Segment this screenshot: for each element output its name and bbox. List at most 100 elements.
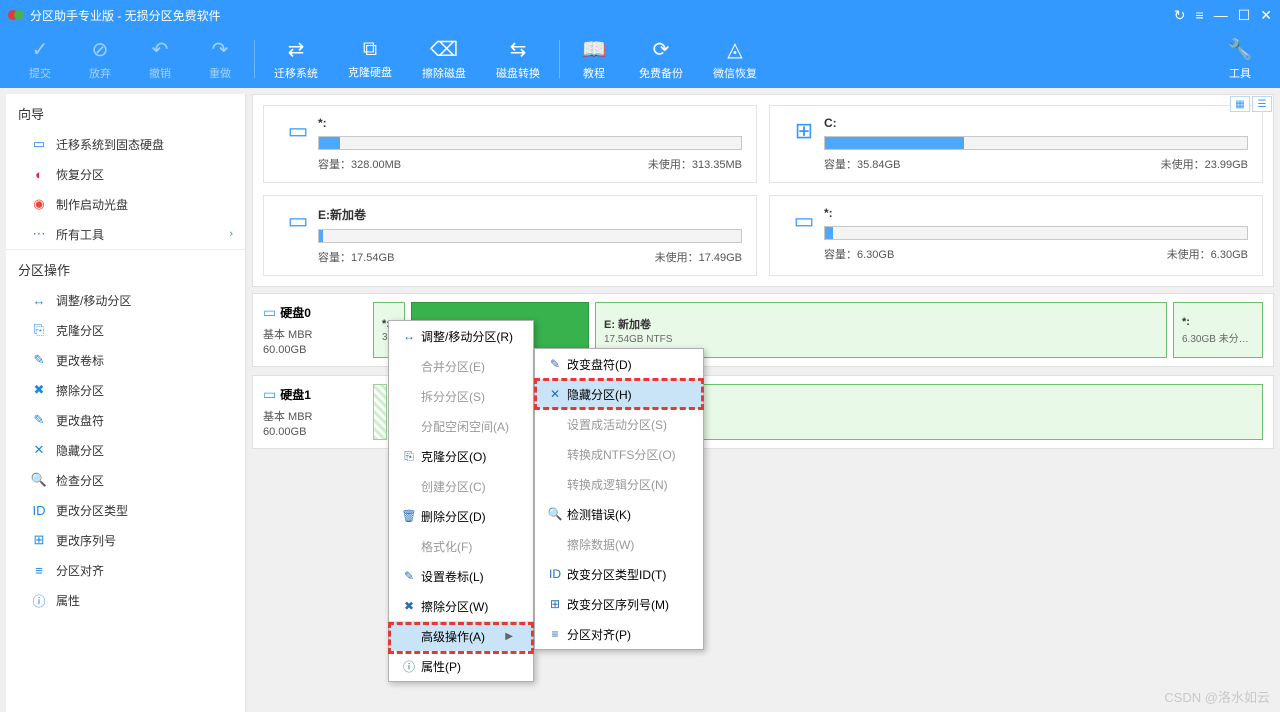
free-backup-button[interactable]: ⟳免费备份 <box>624 32 698 86</box>
menu-item[interactable]: ⓘ属性(P) <box>389 651 533 681</box>
partition-card[interactable]: ▭ *: 容量：328.00MB未使用：313.35MB <box>263 105 757 183</box>
usage-bar <box>318 136 742 150</box>
convert-disk-button[interactable]: ⇆磁盘转换 <box>481 32 555 86</box>
menu-item[interactable]: ⊞改变分区序列号(M) <box>535 589 703 619</box>
wizard-item-1[interactable]: ◐恢复分区 <box>6 159 245 189</box>
menu-item[interactable]: ✎设置卷标(L) <box>389 561 533 591</box>
disk-type: 基本 MBR <box>263 326 353 342</box>
convert-icon: ⇆ <box>510 37 527 62</box>
watermark: CSDN @洛水如云 <box>1164 687 1270 706</box>
menu-item[interactable]: ID改变分区类型ID(T) <box>535 559 703 589</box>
menu-item-label: 创建分区(C) <box>421 478 486 495</box>
partition-card[interactable]: ⊞ C: 容量：35.84GB未使用：23.99GB <box>769 105 1263 183</box>
app-logo-icon <box>8 7 24 23</box>
migrate-os-button[interactable]: ⇄迁移系统 <box>259 32 333 86</box>
menu-icon[interactable]: ≡ <box>1196 7 1204 23</box>
menu-item-label: 擦除数据(W) <box>567 536 634 553</box>
wizard-item-0[interactable]: ▭迁移系统到固态硬盘 <box>6 129 245 159</box>
menu-item-icon: ✖ <box>397 599 421 613</box>
menu-item-label: 拆分分区(S) <box>421 388 485 405</box>
partition-name: C: <box>824 116 1248 130</box>
ops-item-2-icon: ✎ <box>30 352 48 368</box>
disk-partition[interactable]: *:6.30GB 未分配... <box>1173 302 1263 358</box>
menu-item-icon: ↔ <box>397 329 421 343</box>
menu-item[interactable]: 高级操作(A)▶ <box>389 621 533 651</box>
menu-item[interactable]: ⎘克隆分区(O) <box>389 441 533 471</box>
wipe-disk-button[interactable]: ⌫擦除磁盘 <box>407 32 481 86</box>
menu-item[interactable]: ✕隐藏分区(H) <box>535 379 703 409</box>
ops-item-7[interactable]: ID更改分区类型 <box>6 495 245 525</box>
undo-icon: ↶ <box>152 37 169 62</box>
usage-bar <box>318 229 742 243</box>
unused-label: 未使用：17.49GB <box>655 249 742 265</box>
maximize-icon[interactable]: ☐ <box>1238 7 1251 24</box>
clone-disk-button[interactable]: ⧉克隆硬盘 <box>333 32 407 86</box>
close-icon[interactable]: ✕ <box>1260 7 1272 24</box>
ops-group-title: 分区操作 <box>6 249 245 285</box>
wizard-item-2-icon: ◉ <box>30 196 48 212</box>
menu-item-icon: ≡ <box>543 627 567 641</box>
ops-item-8[interactable]: ⊞更改序列号 <box>6 525 245 555</box>
tutorial-button[interactable]: 📖教程 <box>564 32 624 86</box>
partition-card[interactable]: ▭ E:新加卷 容量：17.54GB未使用：17.49GB <box>263 195 757 276</box>
minimize-icon[interactable]: — <box>1214 7 1228 23</box>
menu-item[interactable]: ↔调整/移动分区(R) <box>389 321 533 351</box>
drive-icon: ▭ <box>278 116 318 172</box>
ops-item-1[interactable]: ⎘克隆分区 <box>6 315 245 345</box>
disk-size: 60.00GB <box>263 426 353 438</box>
menu-item-label: 检测错误(K) <box>567 506 631 523</box>
menu-item: 创建分区(C) <box>389 471 533 501</box>
context-submenu: ✎改变盘符(D)✕隐藏分区(H)设置成活动分区(S)转换成NTFS分区(O)转换… <box>534 348 704 650</box>
menu-item-icon: 🔍 <box>543 507 567 521</box>
menu-item[interactable]: ✖擦除分区(W) <box>389 591 533 621</box>
wipe-icon: ⌫ <box>430 37 458 62</box>
wizard-item-3[interactable]: ⋯所有工具› <box>6 219 245 249</box>
discard-button[interactable]: ⊘放弃 <box>70 32 130 86</box>
wechat-recovery-button[interactable]: ◬微信恢复 <box>698 32 772 86</box>
ops-item-4[interactable]: ✎更改盘符 <box>6 405 245 435</box>
commit-button[interactable]: ✓提交 <box>10 32 70 86</box>
view-grid-icon[interactable]: ▦ <box>1230 96 1250 112</box>
wrench-icon: 🔧 <box>1228 37 1253 62</box>
tools-button[interactable]: 🔧工具 <box>1210 32 1270 86</box>
disk-size: 60.00GB <box>263 344 353 356</box>
undo-button[interactable]: ↶撤销 <box>130 32 190 86</box>
disk-partition[interactable] <box>373 384 387 440</box>
disk-icon: ▭ <box>263 304 276 321</box>
ops-item-5[interactable]: ✕隐藏分区 <box>6 435 245 465</box>
menu-item[interactable]: ≡分区对齐(P) <box>535 619 703 649</box>
ops-item-2[interactable]: ✎ 更改卷标 <box>6 345 245 375</box>
menu-item[interactable]: ✎改变盘符(D) <box>535 349 703 379</box>
ops-item-0[interactable]: ↔调整/移动分区 <box>6 285 245 315</box>
redo-button[interactable]: ↷重做 <box>190 32 250 86</box>
menu-item-label: 擦除分区(W) <box>421 598 488 615</box>
chevron-right-icon: › <box>229 228 233 240</box>
partition-cards: ▭ *: 容量：328.00MB未使用：313.35MB ⊞ C: 容量：35.… <box>252 94 1274 287</box>
view-list-icon[interactable]: ☰ <box>1252 96 1272 112</box>
menu-item[interactable]: 🗑删除分区(D) <box>389 501 533 531</box>
wizard-group-title: 向导 <box>6 94 245 129</box>
menu-item-label: 删除分区(D) <box>421 508 486 525</box>
ops-item-6[interactable]: 🔍检查分区 <box>6 465 245 495</box>
drives-icon: ⧉ <box>363 38 377 61</box>
partition-name: E:新加卷 <box>318 206 742 223</box>
ops-item-2-label: 更改卷标 <box>56 352 104 369</box>
redo-icon: ↷ <box>212 37 229 62</box>
menu-item[interactable]: 🔍检测错误(K) <box>535 499 703 529</box>
ops-item-10[interactable]: ⓘ属性 <box>6 585 245 615</box>
refresh-icon[interactable]: ↻ <box>1174 7 1186 24</box>
menu-item: 合并分区(E) <box>389 351 533 381</box>
menu-item: 设置成活动分区(S) <box>535 409 703 439</box>
wizard-item-2[interactable]: ◉ 制作启动光盘 <box>6 189 245 219</box>
wizard-item-2-label: 制作启动光盘 <box>56 196 128 213</box>
app-title: 分区助手专业版 - 无损分区免费软件 <box>30 7 1174 24</box>
ops-item-3[interactable]: ✖擦除分区 <box>6 375 245 405</box>
partition-name: *: <box>318 116 742 130</box>
ops-item-9-icon: ≡ <box>30 563 48 578</box>
sidebar: 向导 ▭迁移系统到固态硬盘◐恢复分区 ◉ 制作启动光盘 ⋯所有工具› 分区操作 ↔调整… <box>6 94 246 712</box>
ops-item-9-label: 分区对齐 <box>56 562 104 579</box>
partition-card[interactable]: ▭ *: 容量：6.30GB未使用：6.30GB <box>769 195 1263 276</box>
capacity-label: 容量：328.00MB <box>318 156 401 172</box>
ops-item-9[interactable]: ≡ 分区对齐 <box>6 555 245 585</box>
menu-item-icon: ⓘ <box>397 658 421 675</box>
